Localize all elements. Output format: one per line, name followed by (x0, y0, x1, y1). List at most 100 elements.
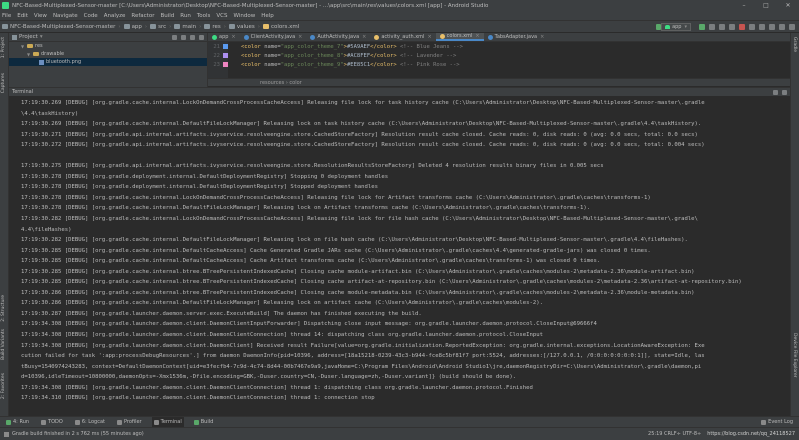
globe-icon[interactable] (172, 34, 177, 40)
menu-edit[interactable]: Edit (17, 13, 28, 19)
color-swatch-icon[interactable] (223, 44, 228, 49)
breadcrumb-app[interactable]: app › (123, 24, 147, 30)
caret-position[interactable]: 25:19 CRLF÷ UTF-8÷ (648, 431, 701, 437)
search-icon[interactable] (789, 23, 795, 30)
project-view-selector[interactable]: Project (19, 34, 38, 40)
menu-code[interactable]: Code (84, 13, 98, 19)
android-icon (665, 24, 671, 29)
tab-event-log[interactable]: Event Log (759, 417, 795, 428)
tool-window-favorites[interactable]: 2: Favorites (1, 373, 6, 399)
layout-inspector-icon[interactable] (779, 23, 785, 30)
menu-window[interactable]: Window (234, 13, 256, 19)
breadcrumb-res[interactable]: res › (204, 24, 226, 30)
code-view[interactable]: 21 <color name="app_color_theme_7">#5A9A… (208, 42, 790, 78)
tree-item-res[interactable]: ▼ res (9, 42, 207, 50)
close-button[interactable]: ✕ (777, 0, 799, 11)
navigation-bar: NFC-Based-Multiplexed-Sensor-master › app… (0, 20, 799, 33)
menu-build[interactable]: Build (160, 13, 174, 19)
tab-tabs-adapter[interactable]: TabsAdapter.java × (484, 33, 549, 41)
editor-tabs: app × ClientActivity.java × AuthActivity.j… (208, 33, 790, 42)
terminal-panel: Terminal 17:19:30.269 [DEBUG] [org.gradl… (9, 87, 790, 416)
tool-window-captures[interactable]: Captures (1, 73, 6, 93)
profile-icon[interactable] (719, 23, 725, 30)
tab-client-activity[interactable]: ClientActivity.java × (240, 33, 307, 41)
tool-window-build-variants[interactable]: Build Variants (1, 329, 6, 360)
run-icon[interactable] (699, 23, 705, 30)
tab-activity-auth-xml[interactable]: activity_auth.xml × (370, 33, 435, 41)
minimize-button[interactable]: – (733, 0, 755, 11)
close-icon[interactable]: × (231, 34, 235, 40)
code-line[interactable]: 22 <color name="app_color_theme_8">#AC8F… (208, 51, 790, 60)
close-icon[interactable]: × (427, 34, 431, 40)
tree-item-bluetooth-png[interactable]: bluetooth.png (9, 58, 207, 66)
close-icon[interactable]: × (362, 34, 366, 40)
collapse-all-icon[interactable] (181, 34, 186, 40)
debug-icon[interactable] (709, 23, 715, 30)
tab-run[interactable]: 4: Run (4, 417, 31, 428)
tab-app[interactable]: app × (208, 33, 240, 41)
title-bar: NFC-Based-Multiplexed-Sensor-master [C:\… (0, 0, 799, 11)
tool-window-gradle[interactable]: Gradle (792, 37, 797, 52)
chevron-down-icon[interactable]: ▾ (40, 34, 43, 40)
tab-profiler[interactable]: Profiler (115, 417, 144, 428)
code-line[interactable]: 21 <color name="app_color_theme_7">#5A9A… (208, 42, 790, 51)
watermark: https://blog.csdn.net/qq_24118527 (707, 431, 795, 437)
tab-todo[interactable]: TODO (39, 417, 65, 428)
breadcrumb-file[interactable]: colors.xml (263, 24, 299, 30)
terminal-line: 17:19:30.286 [DEBUG] [org.gradle.cache.i… (21, 289, 695, 296)
maximize-button[interactable]: □ (755, 0, 777, 11)
tool-window-project[interactable]: 1: Project (1, 37, 6, 58)
breadcrumb-values[interactable]: values › (228, 24, 260, 30)
code-line[interactable]: 23 <color name="app_color_theme_9">#EE85… (208, 60, 790, 69)
avd-manager-icon[interactable] (759, 23, 765, 30)
tool-window-structure[interactable]: 2: Structure (1, 295, 6, 322)
menu-refactor[interactable]: Refactor (131, 13, 154, 19)
sdk-manager-icon[interactable] (769, 23, 775, 30)
window-title: NFC-Based-Multiplexed-Sensor-master [C:\… (12, 2, 489, 9)
breadcrumb-project[interactable]: NFC-Based-Multiplexed-Sensor-master › (2, 24, 121, 30)
run-configuration-dropdown[interactable]: app ▾ (661, 22, 691, 31)
editor-breadcrumb[interactable]: resources › color (208, 78, 790, 86)
gear-icon[interactable] (190, 34, 195, 40)
tab-logcat[interactable]: 6: Logcat (73, 417, 107, 428)
menu-view[interactable]: View (34, 13, 47, 19)
hide-icon[interactable] (199, 34, 204, 40)
color-swatch-icon[interactable] (223, 53, 228, 58)
stop-icon[interactable] (739, 23, 745, 30)
close-icon[interactable]: × (298, 34, 302, 40)
menu-analyze[interactable]: Analyze (104, 13, 126, 19)
tab-auth-activity[interactable]: AuthActivity.java × (306, 33, 370, 41)
tree-item-drawable[interactable]: ▼ drawable (9, 50, 207, 58)
sync-gradle-icon[interactable] (749, 23, 755, 30)
menu-help[interactable]: Help (261, 13, 274, 19)
breadcrumb-src[interactable]: src › (150, 24, 171, 30)
xml-file-icon (374, 34, 380, 40)
menu-bar: File Edit View Navigate Code Analyze Ref… (0, 11, 799, 20)
menu-run[interactable]: Run (180, 13, 191, 19)
tab-build[interactable]: Build (192, 417, 216, 428)
status-window-icon[interactable] (4, 431, 9, 437)
menu-navigate[interactable]: Navigate (53, 13, 78, 19)
attach-debugger-icon[interactable] (729, 23, 735, 30)
terminal-output[interactable]: 17:19:30.269 [DEBUG] [org.gradle.cache.i… (9, 96, 790, 416)
menu-vcs[interactable]: VCS (216, 13, 227, 19)
menu-file[interactable]: File (2, 13, 11, 19)
tab-terminal[interactable]: Terminal (151, 416, 184, 428)
status-message[interactable]: Gradle build finished in 2 s 762 ms (55 … (12, 431, 648, 437)
menu-tools[interactable]: Tools (197, 13, 211, 19)
close-icon[interactable]: × (540, 34, 544, 40)
close-icon[interactable]: × (475, 33, 479, 39)
folder-icon (33, 52, 39, 56)
editor-area: app × ClientActivity.java × AuthActivity.j… (208, 33, 790, 87)
color-swatch-icon[interactable] (223, 62, 228, 67)
hide-icon[interactable] (782, 89, 787, 95)
tool-window-device-file-explorer[interactable]: Device File Explorer (792, 333, 797, 378)
tab-colors-xml[interactable]: colors.xml × (435, 33, 484, 41)
bottom-tool-tabs: 4: Run TODO 6: Logcat Profiler Terminal … (0, 416, 799, 428)
gear-icon[interactable] (773, 89, 778, 95)
breadcrumb-main[interactable]: main › (174, 24, 201, 30)
terminal-line: 17:19:30.275 [DEBUG] [org.gradle.api.int… (21, 163, 604, 170)
terminal-header: Terminal (9, 88, 790, 96)
terminal-line: 17:19:30.282 [DEBUG] [org.gradle.cache.i… (21, 216, 698, 223)
